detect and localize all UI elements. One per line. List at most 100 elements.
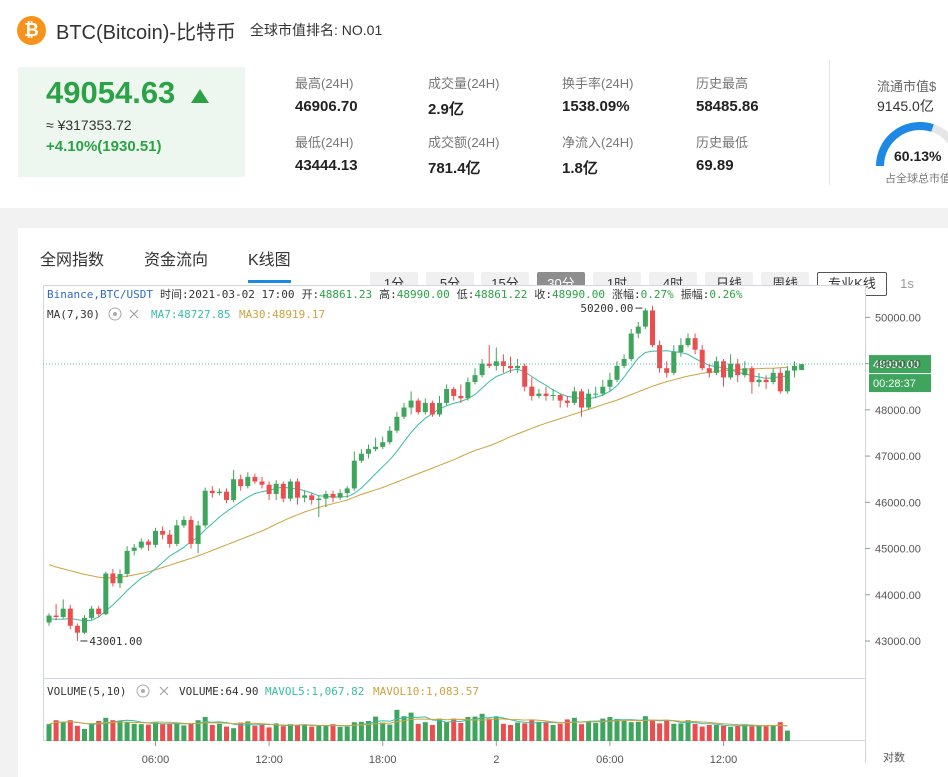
countdown-label: 00:28:37	[873, 378, 916, 390]
y-tick-label: 49000.00	[875, 359, 921, 371]
stat-label: 换手率(24H)	[562, 73, 682, 92]
candle-body	[174, 525, 179, 543]
candle-body	[82, 618, 87, 633]
candle-body	[458, 396, 463, 398]
header-divider	[829, 60, 830, 185]
candle-body	[331, 494, 336, 498]
candle-body	[707, 368, 712, 373]
volume-bar	[735, 726, 740, 741]
volume-legend-label: VOLUME(5,10)	[47, 685, 126, 698]
candle-body	[565, 401, 570, 403]
stat-label: 成交量(24H)	[428, 73, 548, 92]
volume-bar	[536, 722, 541, 741]
coin-header: ₿ BTC(Bitcoin)-比特币 全球市值排名: NO.01 49054.6…	[0, 0, 948, 208]
volume-bar	[416, 724, 421, 741]
candle-body	[409, 401, 414, 408]
candle-body	[671, 352, 676, 373]
candle-body	[572, 391, 577, 403]
candle-body	[416, 401, 421, 413]
candle-body	[96, 609, 101, 615]
volume-bar	[331, 724, 336, 741]
y-tick-label: 46000.00	[875, 497, 921, 509]
coin-title: BTC(Bitcoin)-比特币	[56, 16, 236, 45]
y-tick-label: 45000.00	[875, 544, 921, 556]
volume-bar	[693, 724, 698, 741]
candle-body	[267, 485, 272, 494]
volume-bar	[544, 723, 549, 741]
candle-body	[217, 492, 222, 493]
kline-chart[interactable]: 48990.0000:28:37 50000.0049000.0048000.0…	[43, 285, 948, 777]
volume-bar	[487, 719, 492, 741]
volume-bar	[54, 720, 59, 741]
volume-bar	[764, 726, 769, 741]
mavol5-legend: MAVOL5:1,067.82	[265, 685, 364, 698]
candle-body	[629, 334, 634, 359]
volume-bar	[288, 724, 293, 741]
x-tick-label: 12:00	[255, 754, 283, 766]
candle-body	[167, 535, 172, 544]
volume-bar	[309, 727, 314, 741]
volume-bar	[394, 710, 399, 741]
candle-body	[61, 609, 66, 617]
candle-body	[757, 380, 762, 382]
volume-bar	[281, 726, 286, 741]
volume-bar	[522, 723, 527, 741]
volume-bar	[671, 724, 676, 741]
volume-bar	[629, 722, 634, 741]
volume-bar	[508, 725, 513, 741]
mavol10-legend: MAVOL10:1,083.57	[373, 685, 479, 698]
volume-bar	[160, 724, 165, 741]
tab-kline[interactable]: K线图	[248, 246, 291, 283]
stat-high-24h: 最高(24H)46906.70	[295, 73, 415, 115]
candle-body	[657, 345, 662, 368]
candle-body	[316, 499, 321, 500]
candle-body	[785, 371, 790, 392]
stat-label: 成交额(24H)	[428, 132, 548, 151]
volume-bar	[700, 727, 705, 741]
candle-body	[260, 482, 265, 485]
stat-label: 历史最低	[696, 132, 816, 151]
stat-value: 69.89	[696, 157, 816, 174]
volume-bar	[622, 721, 627, 741]
candle-body	[89, 609, 94, 618]
candle-body	[402, 408, 407, 417]
volume-bar	[650, 720, 655, 741]
candle-body	[579, 391, 584, 407]
volume-bar	[494, 717, 499, 741]
stat-value: 43444.13	[295, 157, 415, 174]
candle-body	[245, 477, 250, 486]
candle-body	[359, 454, 364, 461]
market-rank: 全球市值排名: NO.01	[250, 20, 382, 40]
candle-body	[118, 574, 123, 583]
candle-body	[742, 368, 747, 375]
volume-bar	[295, 725, 300, 741]
volume-bar	[61, 722, 66, 741]
volume-bar	[728, 727, 733, 741]
stat-value: 1.8亿	[562, 157, 682, 178]
volume-bar	[749, 726, 754, 741]
log-scale-toggle[interactable]: 对数	[883, 750, 905, 764]
tab-fund-flow[interactable]: 资金流向	[144, 246, 208, 280]
volume-bar	[146, 725, 151, 741]
volume-bar	[316, 726, 321, 741]
candle-body	[764, 380, 769, 382]
candle-body	[196, 525, 201, 543]
volume-bar	[118, 721, 123, 741]
candle-body	[515, 366, 520, 368]
candle-body	[288, 482, 293, 499]
volume-bar	[217, 724, 222, 741]
candle-body	[309, 495, 314, 500]
price-up-arrow-icon	[191, 89, 209, 103]
volume-bar	[551, 725, 556, 741]
candle-body	[522, 366, 527, 387]
y-tick-label: 44000.00	[875, 590, 921, 602]
volume-bar	[153, 723, 158, 741]
price-change: +4.10%(1930.51)	[46, 138, 162, 155]
candle-body	[451, 389, 456, 396]
volume-bar	[430, 725, 435, 741]
stat-label: 历史最高	[696, 73, 816, 92]
stat-label: 最高(24H)	[295, 73, 415, 92]
volume-bar	[458, 723, 463, 741]
volume-bar	[82, 729, 87, 741]
tab-index[interactable]: 全网指数	[40, 246, 104, 280]
